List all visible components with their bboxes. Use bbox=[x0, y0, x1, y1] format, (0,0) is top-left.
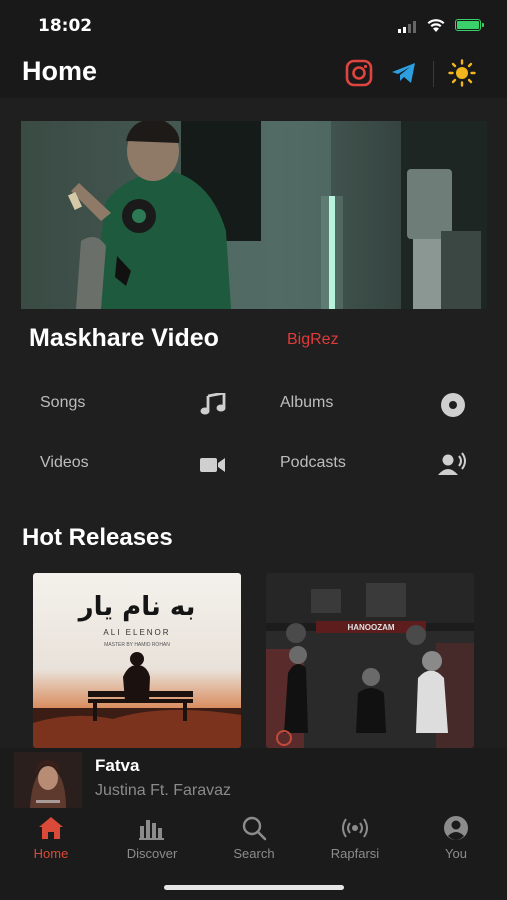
cover-title: HANOOZAM bbox=[347, 623, 394, 632]
tab-search[interactable]: Search bbox=[209, 812, 299, 872]
music-note-icon[interactable] bbox=[200, 393, 226, 415]
now-playing-artist[interactable]: Justina Ft. Faravaz bbox=[95, 782, 231, 800]
tab-label: Rapfarsi bbox=[330, 846, 380, 861]
sun-icon[interactable] bbox=[448, 59, 476, 87]
featured-title[interactable]: Maskhare Video bbox=[29, 324, 219, 353]
wifi-icon bbox=[427, 19, 445, 32]
hot-releases-title: Hot Releases bbox=[22, 524, 173, 551]
page-title: Home bbox=[22, 56, 98, 86]
featured-artist[interactable]: BigRez bbox=[287, 331, 339, 349]
category-podcasts[interactable]: Podcasts bbox=[280, 454, 346, 472]
user-icon bbox=[444, 816, 468, 840]
tab-label: Search bbox=[233, 846, 275, 861]
disc-icon[interactable] bbox=[440, 392, 466, 418]
category-videos[interactable]: Videos bbox=[40, 454, 89, 472]
tab-discover[interactable]: Discover bbox=[107, 812, 197, 872]
battery-icon bbox=[455, 19, 484, 31]
tab-label: Discover bbox=[126, 846, 178, 861]
cellular-signal-icon bbox=[398, 20, 416, 33]
cover-credit: MASTER BY HAMID ROHAN bbox=[104, 642, 170, 648]
tab-label: You bbox=[445, 846, 467, 861]
release-card[interactable]: به نام یار ALI ELENOR MASTER BY HAMID RO… bbox=[33, 573, 241, 748]
radio-icon bbox=[342, 818, 368, 838]
mini-player[interactable]: Fatva Justina Ft. Faravaz bbox=[0, 748, 507, 812]
app-header: Home bbox=[0, 52, 507, 98]
header-divider bbox=[433, 61, 434, 87]
tab-rapfarsi[interactable]: Rapfarsi bbox=[310, 812, 400, 872]
status-time: 18:02 bbox=[38, 16, 93, 36]
tab-you[interactable]: You bbox=[411, 812, 501, 872]
bar-chart-icon bbox=[139, 820, 164, 840]
tab-label: Home bbox=[33, 846, 69, 861]
cover-subtitle: ALI ELENOR bbox=[103, 628, 170, 637]
status-bar: 18:02 bbox=[0, 0, 507, 52]
home-indicator[interactable] bbox=[164, 885, 344, 890]
video-camera-icon[interactable] bbox=[200, 456, 226, 474]
telegram-icon[interactable] bbox=[390, 59, 418, 87]
release-card[interactable]: HANOOZAM bbox=[266, 573, 474, 748]
now-playing-artwork[interactable] bbox=[14, 752, 82, 808]
cover-title: به نام یار bbox=[77, 592, 196, 622]
home-icon bbox=[39, 817, 63, 839]
featured-video-thumbnail[interactable] bbox=[21, 121, 487, 309]
category-albums[interactable]: Albums bbox=[280, 394, 333, 412]
podcast-speaker-icon[interactable] bbox=[438, 452, 468, 476]
instagram-icon[interactable] bbox=[345, 59, 373, 87]
category-songs[interactable]: Songs bbox=[40, 394, 85, 412]
tab-home[interactable]: Home bbox=[6, 812, 96, 872]
now-playing-title[interactable]: Fatva bbox=[95, 756, 139, 776]
search-icon bbox=[242, 816, 267, 841]
